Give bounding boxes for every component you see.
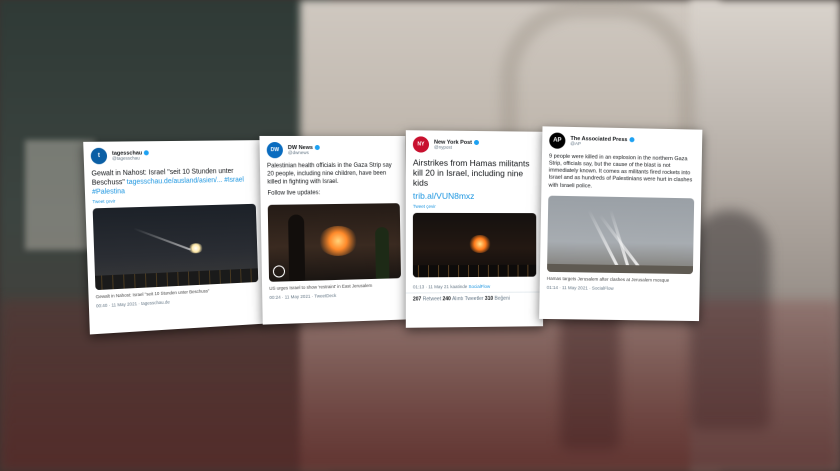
tweet-source[interactable]: SocialFlow: [468, 284, 490, 289]
skyline: [546, 263, 694, 274]
retweet-count[interactable]: 207 Retweet: [413, 296, 441, 302]
tweet-header: t tagesschau @tagesschau: [83, 140, 261, 167]
tweet-text: Airstrikes from Hamas militants kill 20 …: [412, 157, 530, 189]
silhouette: [375, 227, 390, 280]
verified-badge-icon: [314, 144, 320, 150]
tweet-link[interactable]: trib.al/VUN8mxz: [406, 190, 543, 204]
account-handle[interactable]: @nypost: [434, 144, 479, 150]
follow-text: Follow live updates:: [267, 190, 321, 198]
explosion-glow: [469, 234, 491, 253]
like-count[interactable]: 310 Beğeni: [485, 295, 510, 301]
avatar[interactable]: NY: [412, 136, 430, 153]
avatar[interactable]: AP: [549, 132, 566, 149]
tweet-card-tagesschau[interactable]: t tagesschau @tagesschau Gewalt in Nahos…: [83, 140, 267, 335]
tweet-card-dwnews[interactable]: DW DW News @dwnews Palestinian health of…: [259, 135, 409, 325]
verified-badge-icon: [144, 149, 150, 155]
account-handle[interactable]: @dwnews: [288, 150, 320, 156]
tweet-text: 9 people were killed in an explosion in …: [548, 153, 693, 190]
city-lights: [412, 264, 537, 277]
tweet-text: Gewalt in Nahost: Israel "seit 10 Stunde…: [84, 165, 262, 200]
tweet-image-rocket-trails[interactable]: [546, 195, 695, 274]
fire-glow: [318, 225, 359, 257]
rocket-trail: [133, 227, 191, 251]
tweet-image-explosion[interactable]: [412, 212, 537, 277]
play-button-icon[interactable]: [272, 265, 286, 278]
silhouette: [288, 214, 306, 282]
tweet-card-nypost[interactable]: NY New York Post @nypost Airstrikes from…: [405, 130, 544, 328]
tweet-time: 01:13 · 11 May 21 kaatinde: [412, 283, 468, 290]
tweet-header: NY New York Post @nypost: [406, 130, 543, 156]
verified-badge-icon: [474, 139, 479, 145]
tweet-meta: 01:14 · 11 May 2021 · SocialFlow: [546, 284, 614, 291]
avatar[interactable]: t: [90, 147, 108, 165]
translate-link[interactable]: Tweet çevir: [406, 203, 543, 208]
avatar[interactable]: DW: [266, 142, 284, 159]
tweet-image-fire[interactable]: [267, 203, 401, 283]
tweet-header: AP The Associated Press @AP: [542, 126, 702, 154]
tweet-header: DW DW News @dwnews: [259, 136, 405, 161]
tweet-stats: 207 Retweet 240 Alıntı Tweetler 310 Beğe…: [405, 291, 544, 306]
quote-count[interactable]: 240 Alıntı Tweetler: [443, 296, 484, 302]
tweet-card-ap[interactable]: AP The Associated Press @AP 9 people wer…: [539, 126, 703, 322]
account-handle[interactable]: @tagesschau: [112, 155, 149, 162]
tweet-image-rockets[interactable]: [92, 204, 259, 291]
verified-badge-icon: [629, 136, 635, 142]
tweet-text: Palestinian health officials in the Gaza…: [266, 162, 392, 186]
